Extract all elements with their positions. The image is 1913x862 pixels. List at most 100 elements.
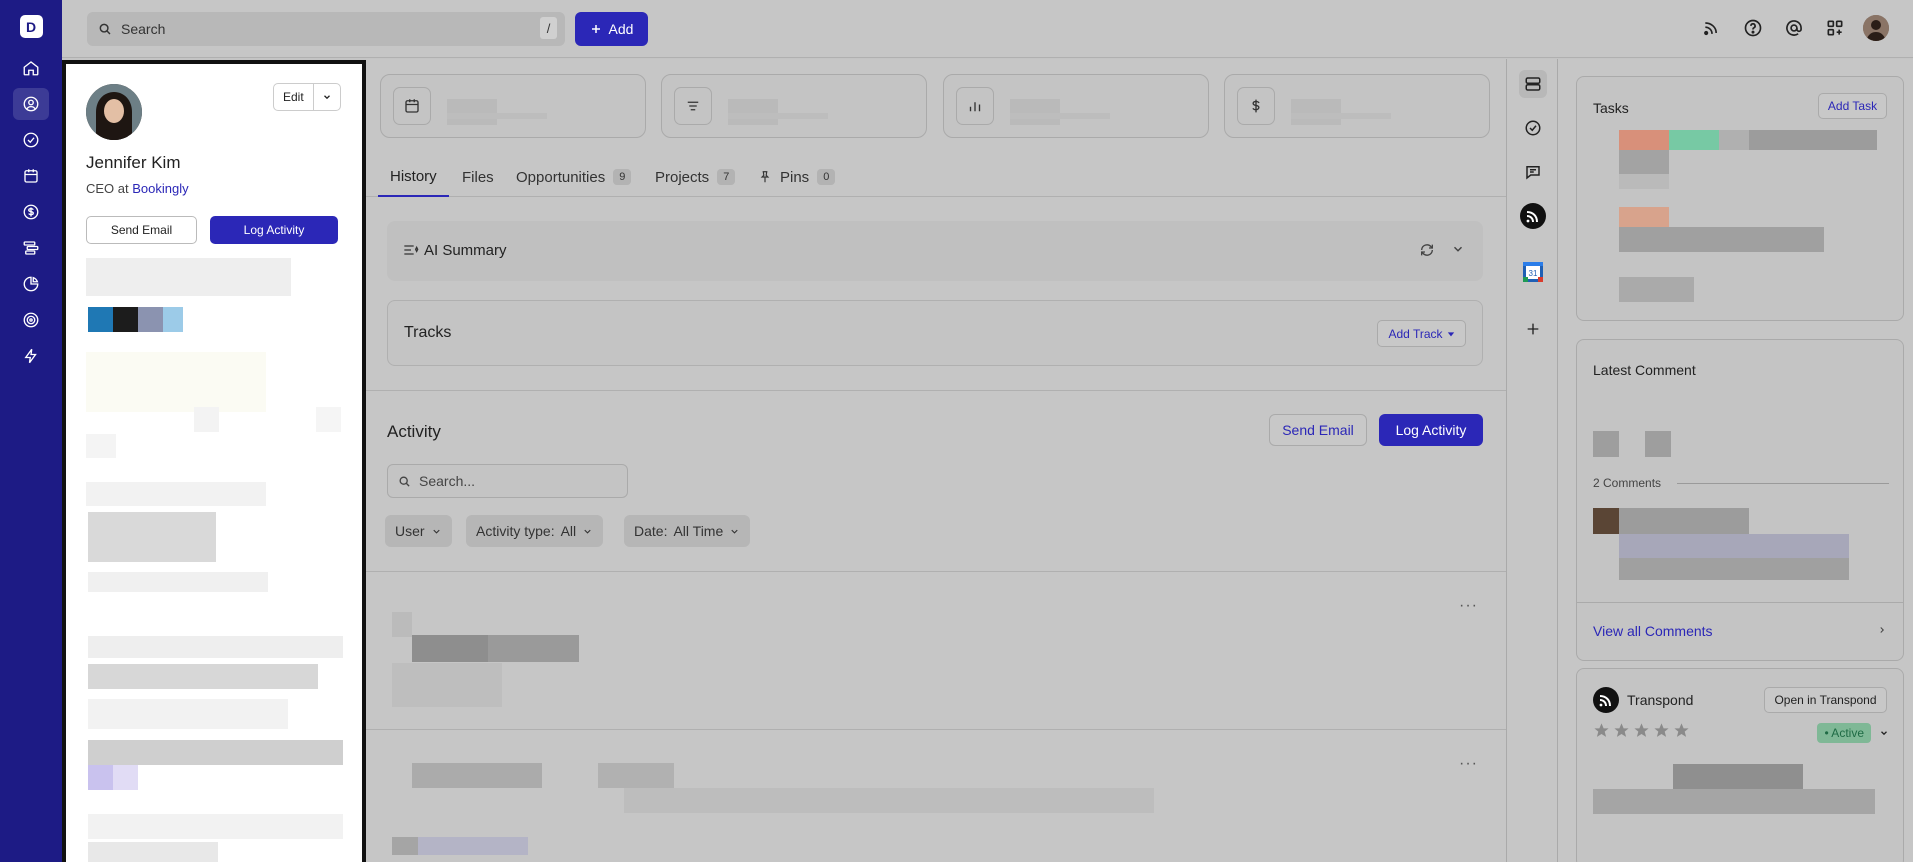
- apps-icon[interactable]: [1822, 16, 1847, 41]
- blurred-content: [1291, 113, 1391, 119]
- activity-search-placeholder: Search...: [419, 473, 476, 489]
- status-badge[interactable]: • Active: [1817, 723, 1871, 743]
- stat-card-revenue[interactable]: [1224, 74, 1490, 138]
- transpond-panel-icon[interactable]: [1519, 202, 1547, 230]
- blurred-content: [88, 842, 218, 862]
- blurred-content: [1291, 99, 1341, 125]
- tab-opportunities[interactable]: Opportunities 9: [516, 157, 632, 197]
- nav-deals[interactable]: [13, 196, 49, 228]
- blurred-content: [447, 113, 547, 119]
- activity-log-activity-button[interactable]: Log Activity: [1379, 414, 1483, 446]
- blurred-content: [1645, 431, 1671, 457]
- tab-files[interactable]: Files: [462, 157, 494, 197]
- right-panel: Tasks Add Task Latest Comment 2 Comments…: [1558, 59, 1913, 862]
- calendar-icon: [22, 167, 40, 185]
- nav-goals[interactable]: [13, 304, 49, 336]
- stat-card-chart[interactable]: [943, 74, 1209, 138]
- view-all-comments-link[interactable]: View all Comments: [1593, 623, 1713, 639]
- details-panel-icon[interactable]: [1519, 70, 1547, 98]
- blurred-content: [1619, 130, 1669, 150]
- nav-tasks[interactable]: [13, 124, 49, 156]
- star-icon: [1594, 723, 1609, 737]
- stat-card-notes[interactable]: [661, 74, 927, 138]
- tasks-card: Tasks Add Task: [1576, 76, 1904, 321]
- tab-projects[interactable]: Projects 7: [655, 157, 736, 197]
- edit-button[interactable]: Edit: [274, 84, 314, 110]
- edit-button-group: Edit: [273, 83, 341, 111]
- blurred-content: [392, 837, 418, 855]
- star-rating[interactable]: [1593, 722, 1690, 739]
- app-logo[interactable]: D: [19, 15, 43, 38]
- blurred-content: [1593, 789, 1875, 814]
- tab-history[interactable]: History: [378, 157, 449, 197]
- plus-icon[interactable]: [1519, 315, 1547, 343]
- blurred-content: [88, 814, 343, 839]
- activity-search-input[interactable]: Search...: [387, 464, 628, 498]
- nav-home[interactable]: [13, 52, 49, 84]
- tracks-title: Tracks: [404, 324, 452, 341]
- transpond-logo-icon: [1593, 687, 1619, 713]
- blurred-content: [316, 407, 341, 432]
- help-icon[interactable]: [1740, 16, 1765, 41]
- send-email-button[interactable]: Send Email: [86, 216, 197, 244]
- right-icon-strip: 31: [1506, 59, 1558, 862]
- calendar-icon: [393, 87, 431, 125]
- chevron-down-icon[interactable]: [314, 84, 340, 110]
- count-badge: 7: [717, 169, 736, 185]
- tasks-panel-icon[interactable]: [1519, 114, 1547, 142]
- nav-automation[interactable]: [13, 340, 49, 372]
- dollar-icon: [1237, 87, 1275, 125]
- bar-chart-icon: [956, 87, 994, 125]
- tracks-card: Tracks Add Track: [387, 300, 1483, 366]
- filter-activity-type[interactable]: Activity type: All: [466, 515, 604, 547]
- chevron-down-icon: [431, 526, 442, 537]
- main-content: History Files Opportunities 9 Projects 7 P…: [366, 59, 1506, 862]
- tab-pins[interactable]: Pins 0: [758, 157, 836, 197]
- chevron-down-icon[interactable]: [1879, 728, 1889, 738]
- blurred-content: [1619, 207, 1669, 227]
- open-in-transpond-button[interactable]: Open in Transpond: [1764, 687, 1887, 713]
- blurred-content: [86, 482, 266, 506]
- filter-date[interactable]: Date: All Time: [624, 515, 751, 547]
- chevron-down-icon[interactable]: [1451, 242, 1465, 256]
- blurred-content: [1669, 130, 1719, 150]
- tab-label: Projects: [655, 168, 710, 186]
- company-link[interactable]: Bookingly: [132, 181, 188, 196]
- search-shortcut: /: [540, 17, 557, 39]
- blurred-content: [1619, 150, 1669, 174]
- add-button[interactable]: Add: [575, 12, 648, 46]
- user-avatar[interactable]: [1863, 15, 1889, 41]
- feed-icon[interactable]: [1699, 16, 1724, 41]
- dollar-icon: [22, 203, 40, 221]
- comments-panel-icon[interactable]: [1519, 158, 1547, 186]
- mention-icon[interactable]: [1781, 16, 1806, 41]
- stat-card-calendar[interactable]: [380, 74, 646, 138]
- google-calendar-icon[interactable]: 31: [1519, 258, 1547, 286]
- more-options-icon[interactable]: ···: [1459, 597, 1478, 615]
- more-options-icon[interactable]: ···: [1459, 755, 1478, 773]
- filter-type-label: Activity type:: [476, 523, 555, 539]
- pin-icon: [758, 170, 772, 184]
- chevron-right-icon[interactable]: [1877, 625, 1887, 635]
- pipeline-icon: [22, 239, 40, 257]
- add-track-button[interactable]: Add Track: [1377, 320, 1466, 347]
- nav-rail: D: [0, 0, 62, 862]
- refresh-icon[interactable]: [1419, 242, 1435, 258]
- blurred-content: [88, 636, 343, 658]
- blurred-content: [1593, 508, 1619, 534]
- nav-pipeline[interactable]: [13, 232, 49, 264]
- log-activity-button[interactable]: Log Activity: [210, 216, 338, 244]
- nav-contacts[interactable]: [13, 88, 49, 120]
- filter-user[interactable]: User: [385, 515, 452, 547]
- blurred-content: [88, 740, 343, 765]
- add-task-button[interactable]: Add Task: [1818, 93, 1887, 119]
- nav-reports[interactable]: [13, 268, 49, 300]
- blurred-content: [88, 307, 113, 332]
- activity-send-email-button[interactable]: Send Email: [1269, 414, 1367, 446]
- latest-comment-card: Latest Comment 2 Comments View all Comme…: [1576, 339, 1904, 661]
- global-search-input[interactable]: Search /: [87, 12, 565, 46]
- filter-date-label: Date:: [634, 523, 668, 539]
- nav-calendar[interactable]: [13, 160, 49, 192]
- star-icon: [1634, 723, 1649, 737]
- blurred-content: [1010, 113, 1110, 119]
